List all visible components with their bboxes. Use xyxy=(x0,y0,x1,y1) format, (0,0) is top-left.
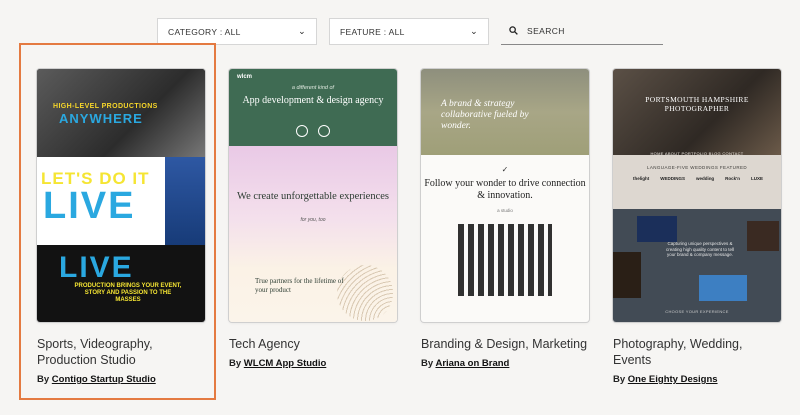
template-card[interactable]: HIGH-LEVEL PRODUCTIONS ANYWHERE LET'S DO… xyxy=(37,69,205,385)
template-card[interactable]: A brand & strategy collaborative fueled … xyxy=(421,69,589,369)
card-author: By WLCM App Studio xyxy=(229,358,397,369)
by-label: By xyxy=(613,374,626,385)
thumb-text: Capturing unique perspectives & creating… xyxy=(665,241,735,257)
press-logo: LUXE xyxy=(750,176,763,181)
chevron-down-icon: ⌄ xyxy=(470,26,478,36)
card-author: By Ariana on Brand xyxy=(421,358,589,369)
badge-icon xyxy=(296,125,308,137)
thumbnail-photo xyxy=(458,224,552,296)
thumbnail-photo xyxy=(165,157,205,245)
template-thumbnail[interactable]: wlcm a different kind of App development… xyxy=(229,69,397,322)
thumb-text: HIGH-LEVEL PRODUCTIONS xyxy=(53,103,158,110)
thumbnail-photo xyxy=(747,221,779,251)
thumb-text: We create unforgettable experiences xyxy=(237,191,389,202)
thumb-text: A brand & strategy collaborative fueled … xyxy=(441,99,529,131)
category-filter-label: CATEGORY : All xyxy=(168,26,241,37)
badge-icon xyxy=(318,125,330,137)
thumb-text: for you, too xyxy=(300,217,326,223)
card-title-line: Production Studio xyxy=(37,353,136,367)
search-placeholder: SEARCH xyxy=(527,26,565,36)
press-logo: WEDDINGS xyxy=(660,176,685,181)
thumb-text: PRODUCTION BRINGS YOUR EVENT, STORY AND … xyxy=(74,283,182,303)
brand-mark-icon: ✓ xyxy=(501,165,509,174)
press-logo: Rock'n xyxy=(725,176,740,181)
thumb-text: CHOOSE YOUR EXPERIENCE xyxy=(665,309,729,314)
thumb-text: a different kind of xyxy=(291,85,335,91)
thumbnail-photo xyxy=(699,275,747,301)
card-title: Sports, Videography, Production Studio xyxy=(37,336,205,368)
thumb-text: PORTSMOUTH HAMPSHIRE PHOTOGRAPHER xyxy=(645,95,749,113)
search-icon xyxy=(509,25,518,37)
template-thumbnail[interactable]: HIGH-LEVEL PRODUCTIONS ANYWHERE LET'S DO… xyxy=(37,69,205,322)
template-thumbnail[interactable]: PORTSMOUTH HAMPSHIRE PHOTOGRAPHER HOME A… xyxy=(613,69,781,322)
press-logo: wedding xyxy=(695,176,715,181)
chevron-down-icon: ⌄ xyxy=(298,26,306,36)
feature-filter-select[interactable]: FEATURE : All ⌄ xyxy=(329,18,489,45)
by-label: By xyxy=(421,358,434,369)
template-card[interactable]: wlcm a different kind of App development… xyxy=(229,69,397,369)
card-title: Branding & Design, Marketing xyxy=(421,337,588,351)
press-logo: thelight xyxy=(633,176,650,181)
thumbnail-photo xyxy=(613,252,641,298)
thumb-logos: thelight WEDDINGS wedding Rock'n LUXE xyxy=(633,176,763,181)
thumb-text: LIVE xyxy=(59,251,134,284)
by-label: By xyxy=(37,374,50,385)
thumb-text: LIVE xyxy=(43,185,136,227)
template-card[interactable]: PORTSMOUTH HAMPSHIRE PHOTOGRAPHER HOME A… xyxy=(613,69,781,385)
card-title: Tech Agency xyxy=(229,337,300,351)
template-thumbnail[interactable]: A brand & strategy collaborative fueled … xyxy=(421,69,589,322)
thumb-text: ANYWHERE xyxy=(59,111,143,126)
feature-filter-label: FEATURE : All xyxy=(340,26,405,37)
thumb-badges xyxy=(229,125,397,137)
thumbnail-photo xyxy=(637,216,677,242)
author-link[interactable]: Contigo Startup Studio xyxy=(52,374,156,385)
card-author: By One Eighty Designs xyxy=(613,374,781,385)
card-author: By Contigo Startup Studio xyxy=(37,374,205,385)
thumb-text: LANGUAGE-FIVE WEDDINGS FEATURED xyxy=(646,165,748,170)
thumb-text: True partners for the lifetime of your p… xyxy=(255,277,344,294)
category-filter-select[interactable]: CATEGORY : All ⌄ xyxy=(157,18,317,45)
author-link[interactable]: Ariana on Brand xyxy=(435,358,509,369)
by-label: By xyxy=(229,358,242,369)
thumb-text: a studio xyxy=(497,208,513,213)
thumb-text: Follow your wonder to drive connection &… xyxy=(424,178,586,201)
thumb-text: App development & design agency xyxy=(242,95,384,106)
card-title-line: Sports, Videography, xyxy=(37,337,153,351)
thumb-text: HOME ABOUT PORTFOLIO BLOG CONTACT xyxy=(650,151,744,156)
author-link[interactable]: WLCM App Studio xyxy=(244,358,327,369)
thumb-logo: wlcm xyxy=(237,74,253,80)
card-title: Photography, Wedding, Events xyxy=(613,337,743,367)
search-input[interactable]: SEARCH xyxy=(501,18,663,45)
author-link[interactable]: One Eighty Designs xyxy=(628,374,718,385)
